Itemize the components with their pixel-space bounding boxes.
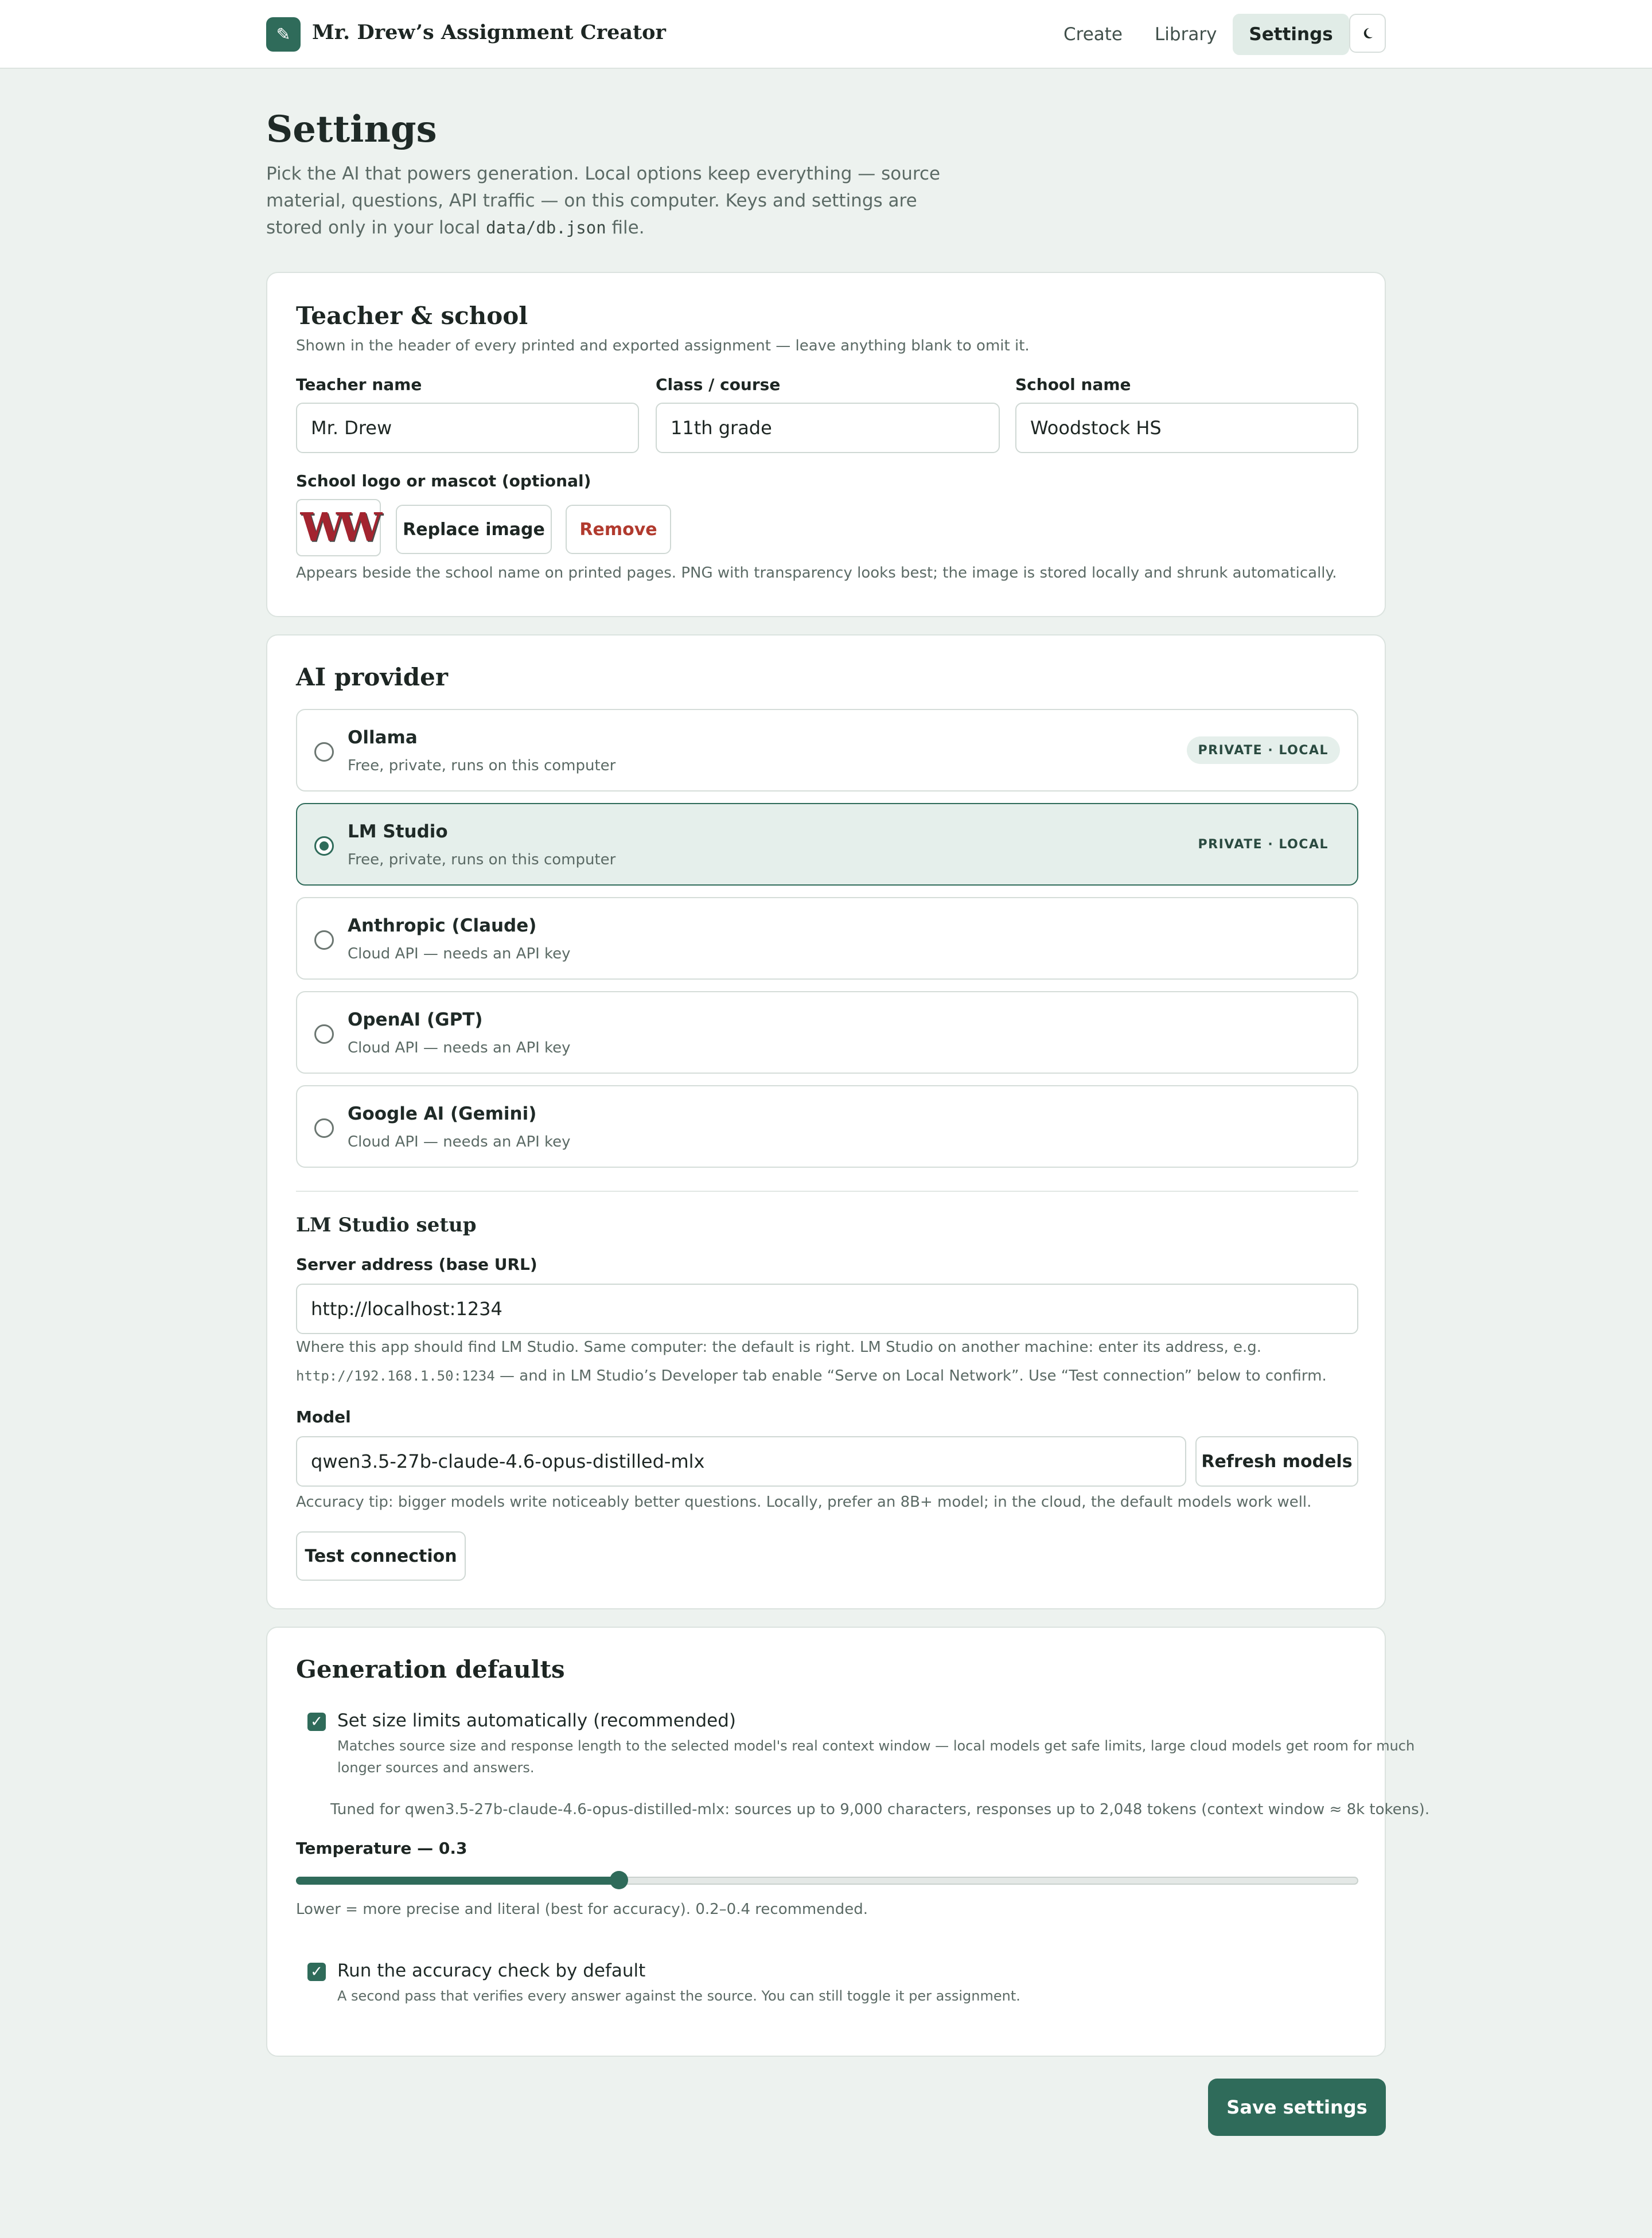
radio-google[interactable] (314, 1118, 334, 1138)
accuracy-check-help: A second pass that verifies every answer… (337, 1988, 1020, 2004)
provider-option-openai[interactable]: OpenAI (GPT) Cloud API — needs an API ke… (296, 991, 1358, 1074)
school-logo-label: School logo or mascot (optional) (296, 471, 591, 490)
temperature-slider-fill (296, 1877, 619, 1885)
auto-limits-label[interactable]: Set size limits automatically (recommend… (337, 1710, 736, 1731)
provider-name: OpenAI (GPT) (348, 1009, 483, 1030)
provider-desc: Cloud API — needs an API key (348, 1039, 571, 1056)
provider-desc: Cloud API — needs an API key (348, 1133, 571, 1151)
provider-option-lm-studio[interactable]: LM Studio Free, private, runs on this co… (296, 803, 1358, 886)
app-title[interactable]: Mr. Drew’s Assignment Creator (312, 21, 666, 44)
school-logo-text: WW (300, 505, 383, 551)
refresh-models-button[interactable]: Refresh models (1195, 1436, 1358, 1487)
provider-name: LM Studio (348, 821, 448, 842)
theme-toggle-button[interactable] (1349, 14, 1386, 53)
temperature-slider-thumb[interactable] (610, 1871, 628, 1889)
school-logo-preview: WW (296, 499, 383, 556)
section-divider (296, 1191, 1358, 1192)
radio-ollama[interactable] (314, 742, 334, 762)
pencil-icon[interactable]: ✎ (266, 17, 301, 52)
teacher-card-subtitle: Shown in the header of every printed and… (296, 337, 1030, 354)
main-nav: Create Library Settings (1047, 14, 1349, 55)
remove-image-button[interactable]: Remove (566, 505, 671, 554)
provider-name: Ollama (348, 727, 418, 748)
page-description-end: file. (606, 217, 645, 238)
class-course-label: Class / course (656, 375, 781, 394)
setup-title: LM Studio setup (296, 1214, 477, 1237)
save-settings-button[interactable]: Save settings (1208, 2079, 1386, 2136)
logo-help-text: Appears beside the school name on printe… (296, 564, 1337, 582)
replace-image-button[interactable]: Replace image (396, 505, 552, 554)
provider-desc: Cloud API — needs an API key (348, 945, 571, 962)
provider-option-anthropic[interactable]: Anthropic (Claude) Cloud API — needs an … (296, 897, 1358, 980)
auto-limits-help-2: longer sources and answers. (337, 1760, 535, 1776)
auto-limits-checkbox[interactable]: ✓ (307, 1713, 326, 1731)
test-connection-button[interactable]: Test connection (296, 1531, 466, 1581)
server-help-line-1: Where this app should find LM Studio. Sa… (296, 1339, 1262, 1356)
model-label: Model (296, 1407, 351, 1426)
school-name-label: School name (1015, 375, 1131, 394)
generation-card-title: Generation defaults (296, 1655, 565, 1683)
top-bar: ✎ Mr. Drew’s Assignment Creator Create L… (0, 0, 1652, 69)
model-help-text: Accuracy tip: bigger models write notice… (296, 1494, 1312, 1511)
accuracy-check-label[interactable]: Run the accuracy check by default (337, 1960, 645, 1981)
provider-option-google[interactable]: Google AI (Gemini) Cloud API — needs an … (296, 1085, 1358, 1168)
class-course-input[interactable]: 11th grade (656, 403, 1000, 453)
provider-desc: Free, private, runs on this computer (348, 851, 616, 868)
radio-lm-studio[interactable] (314, 836, 334, 856)
radio-anthropic[interactable] (314, 930, 334, 950)
private-local-badge: PRIVATE · LOCAL (1198, 837, 1328, 852)
ai-provider-card: AI provider Ollama Free, private, runs o… (266, 634, 1386, 1609)
server-address-label: Server address (base URL) (296, 1255, 537, 1274)
temperature-help: Lower = more precise and literal (best f… (296, 1901, 868, 1918)
school-name-input[interactable]: Woodstock HS (1015, 403, 1358, 453)
accuracy-check-checkbox[interactable]: ✓ (307, 1963, 326, 1981)
server-address-input[interactable]: http://localhost:1234 (296, 1284, 1358, 1334)
moon-icon (1363, 28, 1373, 38)
temperature-label: Temperature — 0.3 (296, 1839, 467, 1858)
teacher-name-input[interactable]: Mr. Drew (296, 403, 639, 453)
generation-defaults-card: Generation defaults ✓ Set size limits au… (266, 1627, 1429, 2057)
teacher-card-title: Teacher & school (296, 302, 528, 330)
nav-create[interactable]: Create (1047, 14, 1139, 55)
provider-option-ollama[interactable]: Ollama Free, private, runs on this compu… (296, 709, 1358, 792)
teacher-school-card: Teacher & school Shown in the header of … (266, 272, 1386, 617)
example-address: http://192.168.1.50:1234 (296, 1368, 495, 1384)
radio-openai[interactable] (314, 1024, 334, 1044)
tuned-note: Tuned for qwen3.5-27b-claude-4.6-opus-di… (330, 1801, 1430, 1818)
teacher-name-label: Teacher name (296, 375, 422, 394)
private-local-badge: PRIVATE · LOCAL (1186, 736, 1340, 764)
auto-limits-help-1: Matches source size and response length … (337, 1738, 1415, 1754)
model-input[interactable]: qwen3.5-27b-claude-4.6-opus-distilled-ml… (296, 1436, 1186, 1487)
page-description: Pick the AI that powers generation. Loca… (266, 161, 943, 241)
provider-desc: Free, private, runs on this computer (348, 757, 616, 774)
nav-settings[interactable]: Settings (1233, 14, 1349, 55)
server-help-line-2: http://192.168.1.50:1234 — and in LM Stu… (296, 1367, 1327, 1385)
provider-name: Google AI (Gemini) (348, 1104, 537, 1124)
page-title: Settings (266, 108, 437, 151)
nav-library[interactable]: Library (1139, 14, 1233, 55)
provider-name: Anthropic (Claude) (348, 915, 537, 936)
server-help-text: — and in LM Studio’s Developer tab enabl… (494, 1367, 1327, 1385)
db-file-path: data/db.json (486, 218, 606, 237)
provider-card-title: AI provider (296, 663, 448, 691)
